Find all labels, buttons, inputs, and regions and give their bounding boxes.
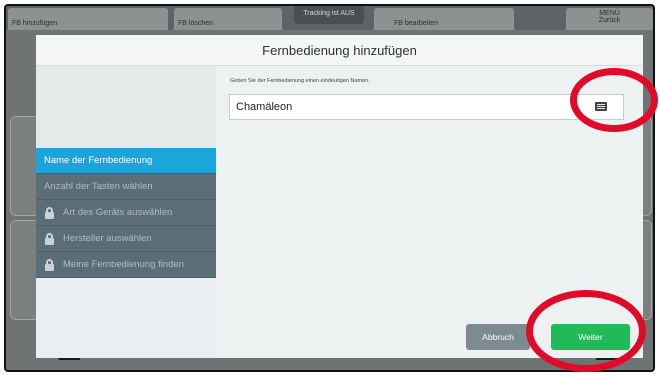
menu-label: MENÜ xyxy=(599,10,620,17)
step-device-type: Art des Geräts auswählen xyxy=(36,200,216,226)
wizard-steps: Name der Fernbedienung Anzahl der Tasten… xyxy=(36,148,222,278)
step-label: Name der Fernbedienung xyxy=(44,155,153,166)
step-key-count[interactable]: Anzahl der Tasten wählen xyxy=(36,174,216,200)
step-find-remote: Meine Fernbedienung finden xyxy=(36,252,216,278)
add-remote-button[interactable]: FB hinzufügen xyxy=(8,8,168,30)
step-remote-name[interactable]: Name der Fernbedienung xyxy=(36,148,222,174)
step-manufacturer: Hersteller auswählen xyxy=(36,226,216,252)
step-label: Anzahl der Tasten wählen xyxy=(44,181,153,192)
tracking-status-badge: Tracking ist AUS xyxy=(294,6,364,24)
edit-remote-button[interactable]: FB bearbeiten xyxy=(374,8,514,30)
remote-name-input[interactable] xyxy=(230,95,590,119)
lock-icon xyxy=(45,233,54,245)
name-instruction: Geben Sie der Fernbedienung einen eindeu… xyxy=(230,78,370,84)
dialog-title: Fernbedienung hinzufügen xyxy=(36,35,643,66)
menu-button[interactable]: MENÜ Zurück xyxy=(566,8,653,30)
back-label: Zurück xyxy=(598,17,621,24)
step-label: Art des Geräts auswählen xyxy=(63,207,173,218)
lock-icon xyxy=(45,207,54,219)
annotation-circle-next xyxy=(526,290,646,372)
annotation-circle-keyboard xyxy=(570,68,658,132)
sidebar-footer xyxy=(36,278,216,358)
lock-icon xyxy=(45,259,54,271)
remote-name-field xyxy=(229,94,624,120)
cancel-button[interactable]: Abbruch xyxy=(466,324,530,350)
delete-remote-button[interactable]: FB löschen xyxy=(174,8,282,30)
step-label: Meine Fernbedienung finden xyxy=(63,259,184,270)
step-label: Hersteller auswählen xyxy=(63,233,152,244)
